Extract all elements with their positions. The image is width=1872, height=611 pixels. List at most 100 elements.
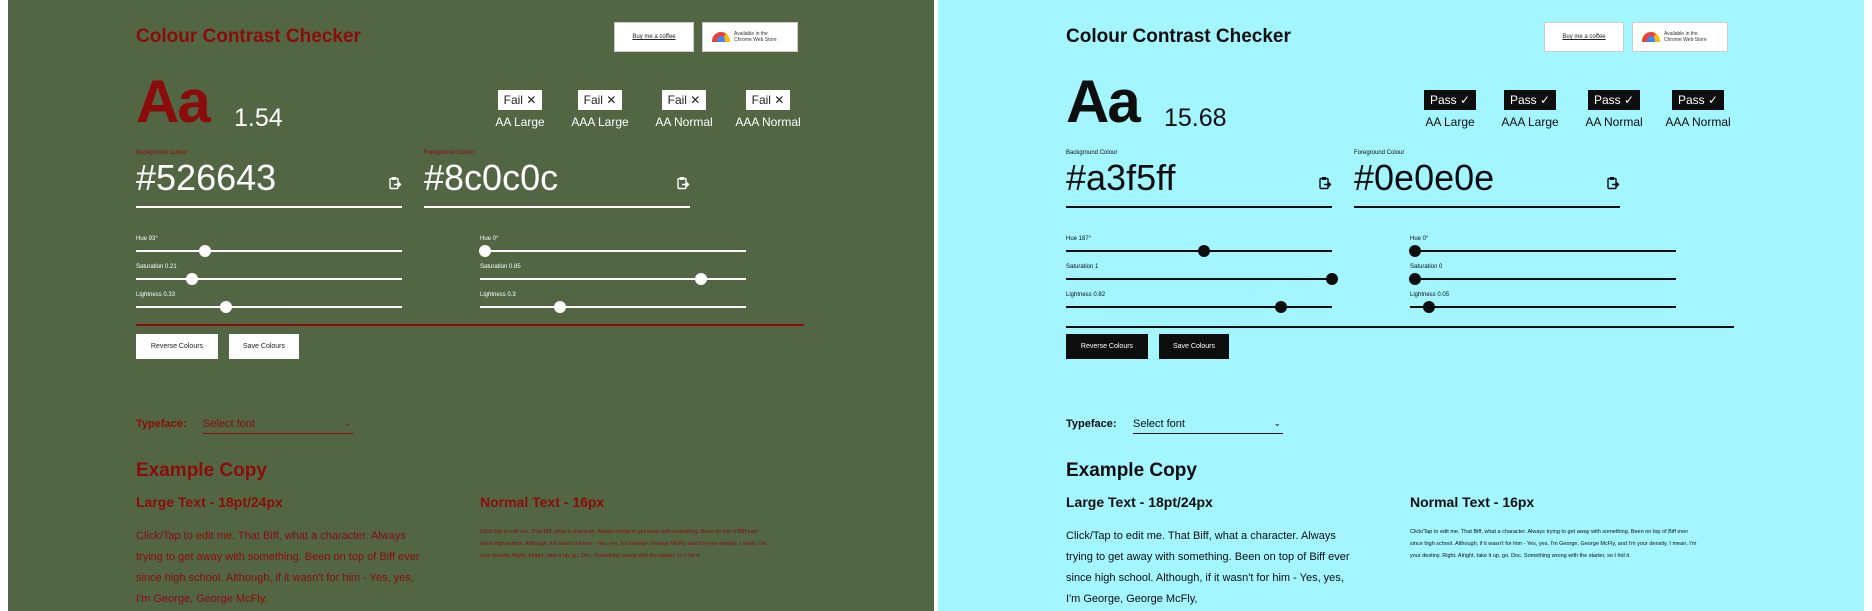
- chrome-web-store-link[interactable]: Available in the Chrome Web Store: [1632, 22, 1728, 52]
- fg-saturation-slider[interactable]: Saturation 0: [1409, 264, 1676, 285]
- paste-icon[interactable]: [1606, 176, 1620, 190]
- result-aaa-normal: Fail ✕ AAA Normal: [728, 90, 808, 129]
- paste-icon[interactable]: [676, 176, 690, 190]
- slider-thumb[interactable]: [220, 301, 233, 313]
- bg-lightness-slider[interactable]: Lightness 0.82: [1066, 292, 1332, 313]
- result-aa-normal: Fail ✕ AA Normal: [644, 90, 724, 129]
- slider-label: Saturation 0.85: [480, 264, 521, 270]
- bg-lightness-slider[interactable]: Lightness 0.33: [136, 292, 402, 313]
- compliance-results: Pass ✓ AA Large Pass ✓ AAA Large Pass ✓ …: [1410, 90, 1734, 140]
- slider-label: Lightness 0.33: [136, 292, 176, 298]
- slider-label: Hue 187°: [1066, 236, 1092, 242]
- slider-track[interactable]: [1066, 278, 1332, 280]
- slider-label: Saturation 0: [1410, 264, 1443, 270]
- slider-track[interactable]: [136, 250, 402, 252]
- background-colour-field[interactable]: Background Colour #a3f5ff: [1066, 150, 1332, 208]
- checker-panel-0: Colour Contrast Checker Buy me a coffee …: [8, 0, 934, 611]
- slider-thumb[interactable]: [1326, 273, 1338, 285]
- result-status-badge: Pass ✓: [1587, 90, 1641, 110]
- fg-lightness-slider[interactable]: Lightness 0.05: [1410, 292, 1676, 313]
- slider-label: Lightness 0.3: [480, 292, 516, 298]
- coffee-label: Buy me a coffee: [632, 34, 676, 40]
- reverse-colours-button[interactable]: Reverse Colours: [1066, 334, 1148, 359]
- bg-saturation-slider[interactable]: Saturation 1: [1066, 264, 1338, 285]
- large-text-copy[interactable]: Click/Tap to edit me. That Biff, what a …: [1066, 526, 1356, 610]
- background-colour-underline: [1066, 206, 1332, 208]
- normal-text-copy[interactable]: Click/Tap to edit me. That Biff, what a …: [1410, 526, 1700, 562]
- background-colour-input[interactable]: #526643: [136, 158, 402, 198]
- app-title: Colour Contrast Checker: [1066, 26, 1291, 47]
- fg-hue-slider[interactable]: Hue 0°: [1409, 236, 1676, 257]
- example-copy-title: Example Copy: [136, 460, 267, 481]
- slider-thumb[interactable]: [185, 273, 198, 285]
- result-status-badge: Fail ✕: [497, 90, 543, 110]
- result-status-badge: Fail ✕: [577, 90, 623, 110]
- fg-hue-slider[interactable]: Hue 0°: [479, 236, 746, 257]
- result-status-badge: Pass ✓: [1671, 90, 1725, 110]
- buy-me-a-coffee-link[interactable]: Buy me a coffee: [614, 22, 694, 52]
- chrome-web-store-link[interactable]: Available in the Chrome Web Store: [702, 22, 798, 52]
- paste-icon[interactable]: [388, 176, 402, 190]
- slider-track[interactable]: [480, 250, 746, 252]
- foreground-colour-input[interactable]: #0e0e0e: [1354, 158, 1620, 198]
- foreground-colour-label: Foreground Colour: [1354, 150, 1405, 156]
- checker-panel-1: Colour Contrast Checker Buy me a coffee …: [938, 0, 1864, 611]
- slider-thumb[interactable]: [1409, 273, 1422, 285]
- contrast-sample-text: Aa: [136, 68, 211, 135]
- result-status-badge: Fail ✕: [661, 90, 707, 110]
- large-text-copy[interactable]: Click/Tap to edit me. That Biff, what a …: [136, 526, 426, 610]
- chevron-down-icon: ⌄: [1273, 418, 1281, 428]
- typeface-select[interactable]: Select font ⌄: [1133, 418, 1283, 434]
- slider-track[interactable]: [1410, 306, 1676, 308]
- slider-thumb[interactable]: [694, 273, 707, 285]
- slider-thumb[interactable]: [1409, 245, 1422, 257]
- result-aa-normal: Pass ✓ AA Normal: [1574, 90, 1654, 129]
- normal-text-copy[interactable]: Click/Tap to edit me. That Biff, what a …: [480, 526, 770, 562]
- slider-thumb[interactable]: [199, 245, 212, 257]
- save-colours-button[interactable]: Save Colours: [1159, 334, 1229, 359]
- chrome-logo-icon: [712, 32, 730, 42]
- slider-track[interactable]: [1066, 306, 1332, 308]
- save-colours-button[interactable]: Save Colours: [229, 334, 299, 359]
- typeface-label: Typeface:: [1066, 418, 1117, 430]
- slider-track[interactable]: [480, 306, 746, 308]
- slider-track[interactable]: [1410, 278, 1676, 280]
- result-label: AA Large: [495, 115, 545, 129]
- slider-thumb[interactable]: [479, 245, 492, 257]
- slider-label: Hue 0°: [1410, 236, 1429, 242]
- foreground-colour-field[interactable]: Foreground Colour #0e0e0e: [1354, 150, 1620, 208]
- bg-hue-slider[interactable]: Hue 93°: [136, 236, 402, 257]
- foreground-colour-field[interactable]: Foreground Colour #8c0c0c: [424, 150, 690, 208]
- slider-label: Saturation 0.21: [136, 264, 177, 270]
- slider-track[interactable]: [136, 278, 402, 280]
- slider-track[interactable]: [1410, 250, 1676, 252]
- section-divider: [1066, 326, 1734, 328]
- checker-content: Colour Contrast Checker Buy me a coffee …: [1066, 0, 1734, 611]
- buy-me-a-coffee-link[interactable]: Buy me a coffee: [1544, 22, 1624, 52]
- result-label: AAA Normal: [735, 115, 801, 129]
- slider-thumb[interactable]: [1275, 301, 1288, 313]
- background-colour-input[interactable]: #a3f5ff: [1066, 158, 1332, 198]
- result-aaa-large: Fail ✕ AAA Large: [560, 90, 640, 129]
- bg-hue-slider[interactable]: Hue 187°: [1066, 236, 1332, 257]
- background-colour-underline: [136, 206, 402, 208]
- slider-thumb[interactable]: [1198, 245, 1211, 257]
- slider-thumb[interactable]: [1422, 301, 1435, 313]
- paste-icon[interactable]: [1318, 176, 1332, 190]
- fg-lightness-slider[interactable]: Lightness 0.3: [480, 292, 746, 313]
- reverse-colours-button[interactable]: Reverse Colours: [136, 334, 218, 359]
- slider-track[interactable]: [136, 306, 402, 308]
- bg-saturation-slider[interactable]: Saturation 0.21: [136, 264, 402, 285]
- typeface-select-value: Select font: [1133, 418, 1185, 430]
- large-text-heading: Large Text - 18pt/24px: [136, 494, 283, 510]
- slider-thumb[interactable]: [553, 301, 566, 313]
- contrast-sample-text: Aa: [1066, 68, 1141, 135]
- fg-saturation-slider[interactable]: Saturation 0.85: [480, 264, 746, 285]
- background-colour-field[interactable]: Background Colour #526643: [136, 150, 402, 208]
- app-title: Colour Contrast Checker: [136, 26, 361, 47]
- slider-label: Saturation 1: [1066, 264, 1099, 270]
- result-label: AA Normal: [655, 115, 713, 129]
- foreground-colour-input[interactable]: #8c0c0c: [424, 158, 690, 198]
- typeface-select[interactable]: Select font ⌄: [203, 418, 353, 434]
- chrome-store-label: Available in the Chrome Web Store: [734, 31, 777, 43]
